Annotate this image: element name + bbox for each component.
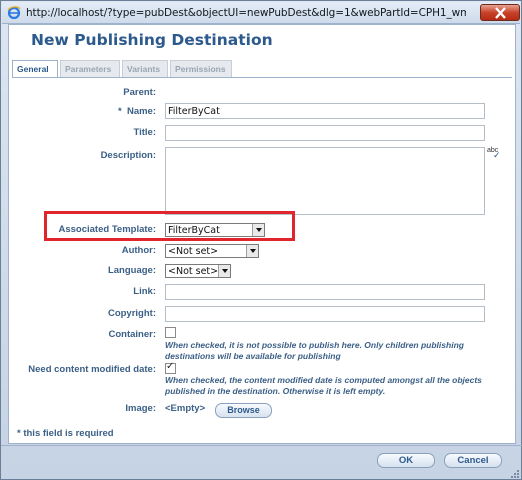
close-button[interactable] <box>480 4 520 21</box>
language-select[interactable]: <Not set> <box>165 264 231 278</box>
link-label: Link: <box>133 286 156 297</box>
footer-divider <box>1 445 522 446</box>
chevron-down-icon[interactable] <box>246 245 258 257</box>
ok-button[interactable]: OK <box>377 453 435 468</box>
author-label: Author: <box>121 245 156 256</box>
name-input[interactable]: FilterByCat <box>165 103 485 119</box>
description-label: Description: <box>100 150 156 161</box>
name-label-text: Name: <box>126 106 156 117</box>
chevron-down-icon[interactable] <box>218 265 230 277</box>
template-label: Associated Template: <box>58 224 157 235</box>
link-input[interactable] <box>165 284 485 300</box>
parent-label: Parent: <box>123 87 156 98</box>
close-icon <box>495 7 506 19</box>
required-mark: * <box>117 106 122 117</box>
spellcheck-icon[interactable]: ✓ <box>493 150 501 161</box>
tab-parameters[interactable]: Parameters <box>60 60 120 78</box>
tab-divider <box>12 77 512 78</box>
title-bar: http://localhost/?type=pubDest&objectUI=… <box>2 2 520 24</box>
container-help-text: When checked, it is not possible to publ… <box>165 340 464 361</box>
content-modified-help-text: When checked, the content modified date … <box>165 375 482 396</box>
author-select-value: <Not set> <box>168 246 219 257</box>
name-label: * Name: <box>118 106 156 117</box>
image-value: <Empty> <box>165 403 206 414</box>
url-text: http://localhost/?type=pubDest&objectUI=… <box>26 7 466 19</box>
template-select-value: FilterByCat <box>168 225 220 236</box>
description-textarea[interactable] <box>165 147 485 215</box>
image-label: Image: <box>125 403 156 414</box>
tab-bar: General Parameters Variants Permissions <box>12 60 512 78</box>
language-select-value: <Not set> <box>168 266 219 277</box>
dialog-title: New Publishing Destination <box>31 31 273 49</box>
resize-grip-icon[interactable] <box>509 468 519 478</box>
tab-permissions[interactable]: Permissions <box>170 60 232 78</box>
cancel-button[interactable]: Cancel <box>444 453 502 468</box>
template-select[interactable]: FilterByCat <box>165 223 265 237</box>
copyright-input[interactable] <box>165 306 485 322</box>
tab-variants[interactable]: Variants <box>122 60 168 78</box>
content-modified-label: Need content modified date: <box>28 364 156 375</box>
chevron-down-icon[interactable] <box>252 224 264 236</box>
dialog-window: http://localhost/?type=pubDest&objectUI=… <box>0 0 522 480</box>
copyright-label: Copyright: <box>107 308 156 319</box>
dialog-content: New Publishing Destination General Param… <box>8 24 516 444</box>
tab-general[interactable]: General <box>12 60 58 78</box>
title-input[interactable] <box>165 125 485 141</box>
container-checkbox[interactable] <box>165 327 176 338</box>
container-label: Container: <box>108 329 157 340</box>
author-select[interactable]: <Not set> <box>165 244 259 258</box>
internet-explorer-icon <box>7 6 21 20</box>
content-modified-checkbox[interactable] <box>165 361 176 374</box>
browse-button[interactable]: Browse <box>215 403 272 418</box>
language-label: Language: <box>107 265 156 276</box>
title-label: Title: <box>133 127 156 138</box>
required-note: * this field is required <box>17 428 114 439</box>
